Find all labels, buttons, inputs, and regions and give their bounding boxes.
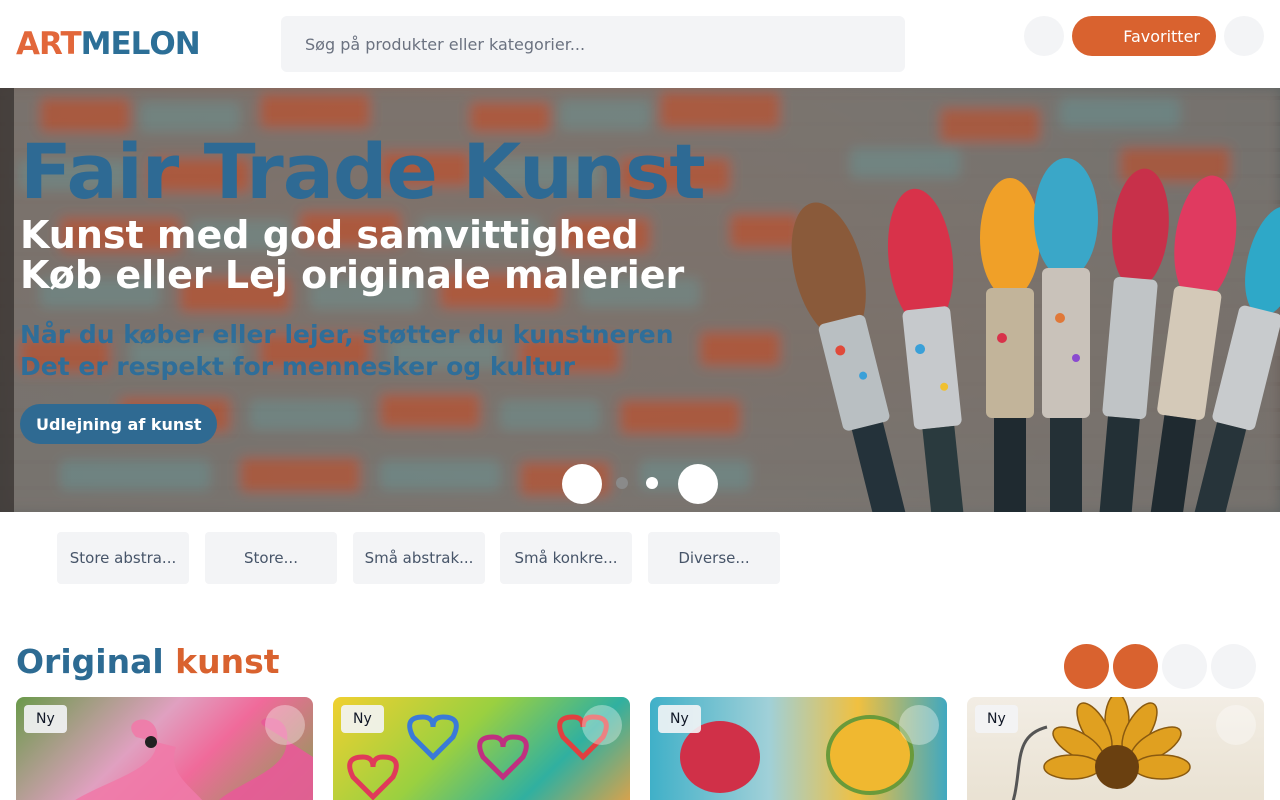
logo-text-on: ON bbox=[149, 26, 200, 62]
product-card[interactable]: Ny bbox=[967, 697, 1264, 800]
new-badge: Ny bbox=[658, 705, 701, 733]
favorite-heart-icon[interactable] bbox=[899, 705, 939, 745]
category-label: Store... bbox=[244, 549, 298, 567]
new-badge: Ny bbox=[24, 705, 67, 733]
carousel-prev-button[interactable] bbox=[1064, 644, 1109, 689]
slider-next-button[interactable] bbox=[678, 464, 718, 504]
category-label: Små abstrak... bbox=[364, 549, 474, 567]
paint-brushes-image bbox=[791, 158, 1280, 512]
category-label: Store abstra... bbox=[69, 549, 177, 567]
slider-prev-button[interactable] bbox=[562, 464, 602, 504]
category-label: Diverse... bbox=[678, 549, 750, 567]
category-label: Små konkre... bbox=[514, 549, 618, 567]
product-card[interactable]: Ny bbox=[333, 697, 630, 800]
new-badge: Ny bbox=[341, 705, 384, 733]
hero-headline-2: Køb eller Lej originale malerier bbox=[20, 253, 685, 297]
category-store-abstrakte[interactable]: Store abstra... bbox=[57, 532, 189, 584]
favorite-heart-icon[interactable] bbox=[582, 705, 622, 745]
rent-art-label: Udlejning af kunst bbox=[36, 414, 202, 434]
section-title-part2: kunst bbox=[175, 642, 280, 681]
slider-dot-2[interactable] bbox=[646, 477, 658, 489]
search-bar[interactable] bbox=[281, 16, 905, 72]
category-store[interactable]: Store... bbox=[205, 532, 337, 584]
favorite-heart-icon[interactable] bbox=[265, 705, 305, 745]
product-card[interactable]: Ny bbox=[650, 697, 947, 800]
site-header: ART MEL ON Favoritter bbox=[0, 0, 1280, 88]
user-icon-button[interactable] bbox=[1024, 16, 1064, 56]
new-badge: Ny bbox=[975, 705, 1018, 733]
category-smaa-konkrete[interactable]: Små konkre... bbox=[500, 532, 632, 584]
slider-dot-1[interactable] bbox=[616, 477, 628, 489]
logo-text-mel: MEL bbox=[80, 26, 151, 62]
hero-subtitle-1: Når du køber eller lejer, støtter du kun… bbox=[20, 320, 674, 349]
category-smaa-abstrakte[interactable]: Små abstrak... bbox=[353, 532, 485, 584]
cart-icon-button[interactable] bbox=[1224, 16, 1264, 56]
carousel-option-button-2[interactable] bbox=[1211, 644, 1256, 689]
favorite-heart-icon[interactable] bbox=[1216, 705, 1256, 745]
rent-art-button[interactable]: Udlejning af kunst bbox=[20, 404, 218, 444]
artmelon-logo[interactable]: ART MEL ON bbox=[16, 26, 201, 62]
section-title: Original kunst bbox=[16, 640, 280, 684]
favorites-button[interactable]: Favoritter bbox=[1072, 16, 1216, 56]
hero-title: Fair Trade Kunst bbox=[20, 127, 706, 216]
product-card[interactable]: Ny bbox=[16, 697, 313, 800]
hero-headline-1: Kunst med god samvittighed bbox=[20, 213, 639, 257]
hero-banner: Fair Trade Kunst Kunst med god samvittig… bbox=[0, 88, 1280, 512]
carousel-option-button[interactable] bbox=[1162, 644, 1207, 689]
hero-subtitle-2: Det er respekt for mennesker og kultur bbox=[20, 352, 575, 381]
section-title-part1: Original bbox=[16, 642, 164, 681]
carousel-next-button[interactable] bbox=[1113, 644, 1158, 689]
logo-text-art: ART bbox=[16, 26, 82, 62]
favorites-label: Favoritter bbox=[1123, 26, 1200, 46]
category-diverse[interactable]: Diverse... bbox=[648, 532, 780, 584]
search-input[interactable] bbox=[305, 34, 905, 54]
